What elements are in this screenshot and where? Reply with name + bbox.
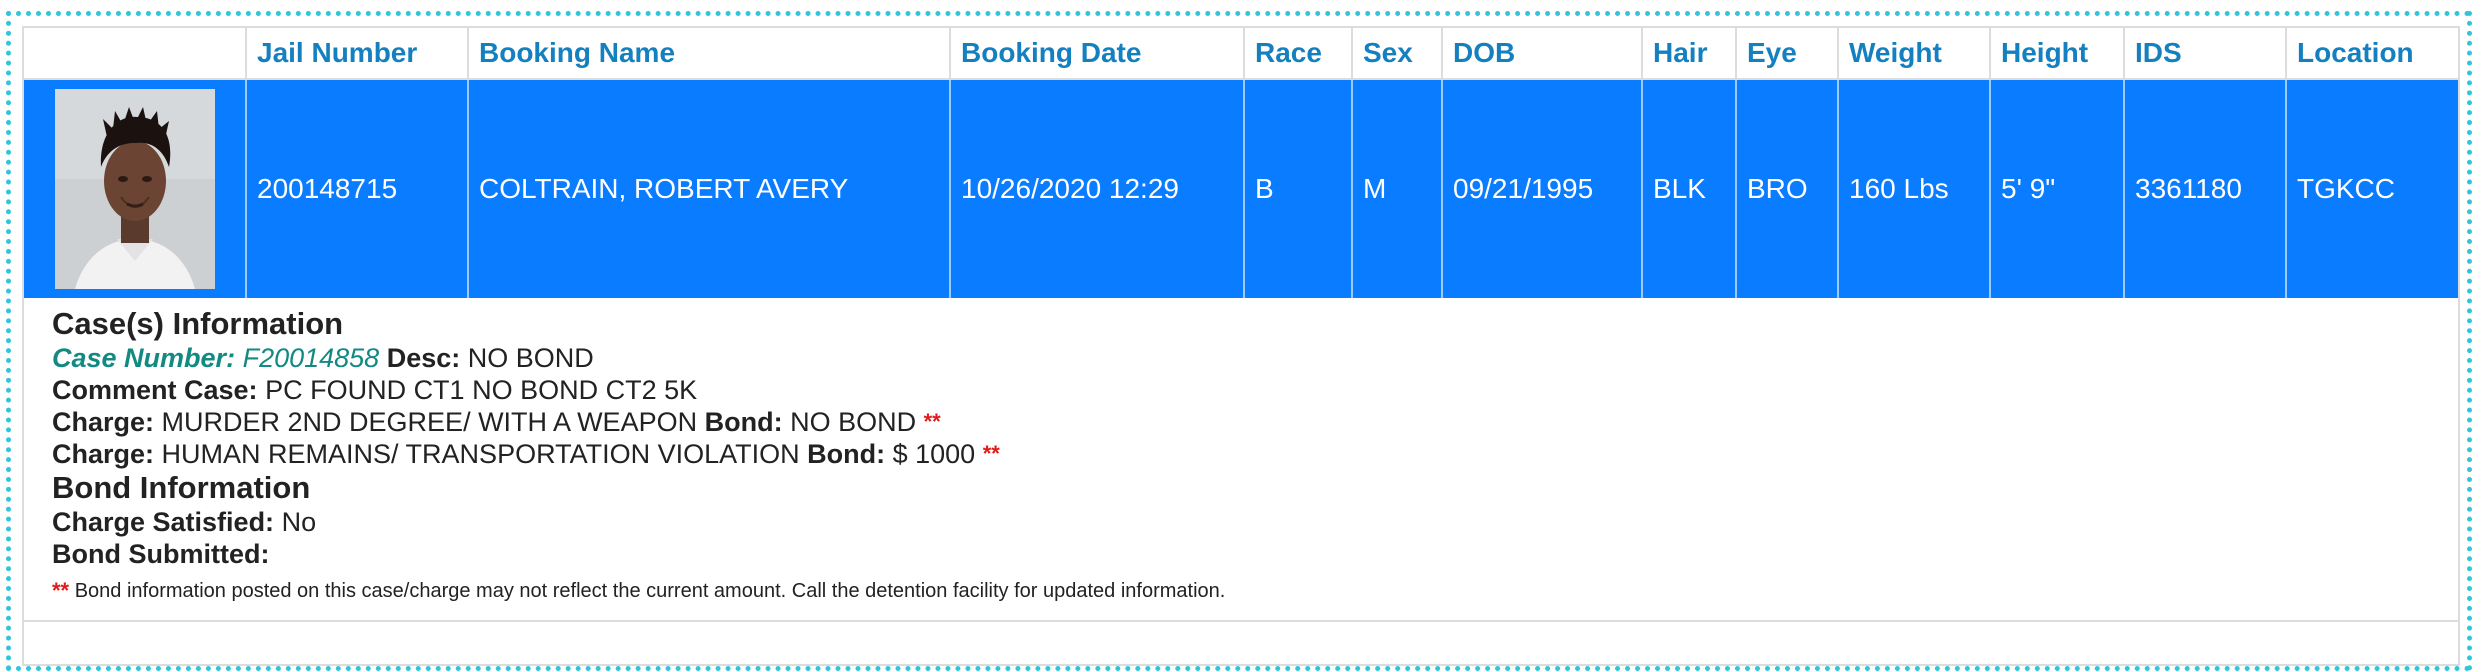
cell-hair: BLK bbox=[1642, 79, 1737, 298]
cell-eye: BRO bbox=[1736, 79, 1839, 298]
header-hair[interactable]: Hair bbox=[1642, 28, 1737, 80]
bond-label: Bond: bbox=[807, 439, 886, 469]
cell-location: TGKCC bbox=[2286, 79, 2458, 298]
header-location[interactable]: Location bbox=[2286, 28, 2458, 80]
charge-value: HUMAN REMAINS/ TRANSPORTATION VIOLATION bbox=[161, 439, 800, 469]
header-photo bbox=[24, 28, 247, 80]
booking-details: Case(s) Information Case Number: F200148… bbox=[52, 306, 2432, 608]
comment-label: Comment Case: bbox=[52, 375, 258, 405]
charge-satisfied-label: Charge Satisfied: bbox=[52, 507, 275, 537]
header-eye[interactable]: Eye bbox=[1736, 28, 1839, 80]
cell-weight: 160 Lbs bbox=[1838, 79, 1991, 298]
header-booking-name[interactable]: Booking Name bbox=[468, 28, 951, 80]
comment-value: PC FOUND CT1 NO BOND CT2 5K bbox=[265, 375, 698, 405]
charge-satisfied-value: No bbox=[281, 507, 317, 537]
header-height[interactable]: Height bbox=[1990, 28, 2125, 80]
photo-cell bbox=[24, 79, 247, 298]
header-sex[interactable]: Sex bbox=[1352, 28, 1443, 80]
disclaimer-text: Bond information posted on this case/cha… bbox=[74, 580, 1226, 602]
cell-booking-name: COLTRAIN, ROBERT AVERY bbox=[468, 79, 951, 298]
header-jail-number[interactable]: Jail Number bbox=[246, 28, 469, 80]
bond-value: $ 1000 bbox=[892, 439, 976, 469]
disclaimer-marker: ** bbox=[52, 578, 70, 603]
section-divider bbox=[24, 620, 2458, 622]
booking-panel: Jail Number Booking Name Booking Date Ra… bbox=[22, 26, 2460, 666]
cell-sex: M bbox=[1352, 79, 1443, 298]
bond-disclaimer: ** Bond information posted on this case/… bbox=[52, 574, 2432, 608]
charge-line: Charge: HUMAN REMAINS/ TRANSPORTATION VI… bbox=[52, 438, 2432, 470]
header-booking-date[interactable]: Booking Date bbox=[950, 28, 1245, 80]
case-number-value[interactable]: F20014858 bbox=[243, 343, 380, 373]
booking-table: Jail Number Booking Name Booking Date Ra… bbox=[24, 28, 2458, 298]
cell-jail-number: 200148715 bbox=[246, 79, 469, 298]
cell-ids: 3361180 bbox=[2124, 79, 2287, 298]
person-photo-icon bbox=[54, 89, 215, 289]
desc-label: Desc: bbox=[386, 343, 461, 373]
bond-note-marker: ** bbox=[923, 409, 941, 434]
charge-label: Charge: bbox=[52, 439, 155, 469]
bond-label: Bond: bbox=[704, 407, 783, 437]
header-ids[interactable]: IDS bbox=[2124, 28, 2287, 80]
cell-dob: 09/21/1995 bbox=[1442, 79, 1643, 298]
bond-value: NO BOND bbox=[790, 407, 917, 437]
case-number-label: Case Number: bbox=[52, 343, 236, 373]
cell-booking-date: 10/26/2020 12:29 bbox=[950, 79, 1245, 298]
case-number-line: Case Number: F20014858 Desc: NO BOND bbox=[52, 342, 2432, 374]
charge-satisfied-line: Charge Satisfied: No bbox=[52, 506, 2432, 538]
mugshot-photo[interactable] bbox=[54, 89, 215, 289]
table-header-row: Jail Number Booking Name Booking Date Ra… bbox=[24, 28, 2458, 80]
cell-race: B bbox=[1244, 79, 1353, 298]
bond-submitted-line: Bond Submitted: bbox=[52, 538, 2432, 570]
cases-heading: Case(s) Information bbox=[52, 306, 344, 341]
header-weight[interactable]: Weight bbox=[1838, 28, 1991, 80]
header-dob[interactable]: DOB bbox=[1442, 28, 1643, 80]
cell-height: 5' 9" bbox=[1990, 79, 2125, 298]
charge-line: Charge: MURDER 2ND DEGREE/ WITH A WEAPON… bbox=[52, 406, 2432, 438]
bond-submitted-label: Bond Submitted: bbox=[52, 539, 270, 569]
bond-info-heading: Bond Information bbox=[52, 470, 311, 505]
bond-note-marker: ** bbox=[982, 441, 1000, 466]
header-race[interactable]: Race bbox=[1244, 28, 1353, 80]
table-row[interactable]: 200148715 COLTRAIN, ROBERT AVERY 10/26/2… bbox=[24, 79, 2458, 298]
desc-value: NO BOND bbox=[467, 343, 594, 373]
charge-label: Charge: bbox=[52, 407, 155, 437]
comment-line: Comment Case: PC FOUND CT1 NO BOND CT2 5… bbox=[52, 374, 2432, 406]
charge-value: MURDER 2ND DEGREE/ WITH A WEAPON bbox=[161, 407, 698, 437]
